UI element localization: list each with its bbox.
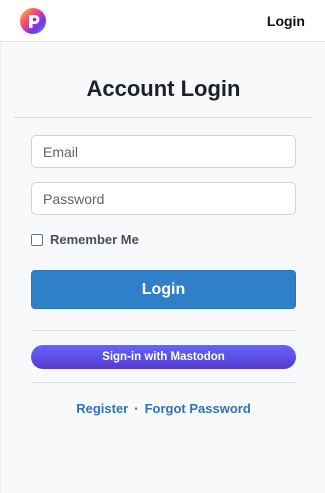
top-navbar: Login	[0, 0, 325, 42]
remember-me-label[interactable]: Remember Me	[50, 232, 139, 247]
remember-me-checkbox[interactable]	[31, 233, 43, 246]
password-field[interactable]	[31, 182, 296, 215]
title-divider	[14, 117, 313, 118]
divider	[31, 382, 296, 383]
email-field[interactable]	[31, 135, 296, 168]
forgot-password-link[interactable]: Forgot Password	[145, 401, 251, 416]
nav-login-link[interactable]: Login	[267, 13, 305, 29]
app-logo-icon[interactable]	[19, 7, 47, 35]
login-button[interactable]: Login	[31, 270, 296, 309]
login-panel: Account Login Remember Me Login Sign-in …	[0, 43, 325, 493]
link-separator: ·	[134, 401, 139, 416]
footer-links: Register · Forgot Password	[1, 401, 325, 416]
mastodon-signin-button[interactable]: Sign-in with Mastodon	[31, 345, 296, 369]
page-title: Account Login	[86, 76, 241, 101]
remember-me-row[interactable]: Remember Me	[31, 232, 139, 247]
register-link[interactable]: Register	[76, 401, 128, 416]
divider	[31, 330, 296, 331]
